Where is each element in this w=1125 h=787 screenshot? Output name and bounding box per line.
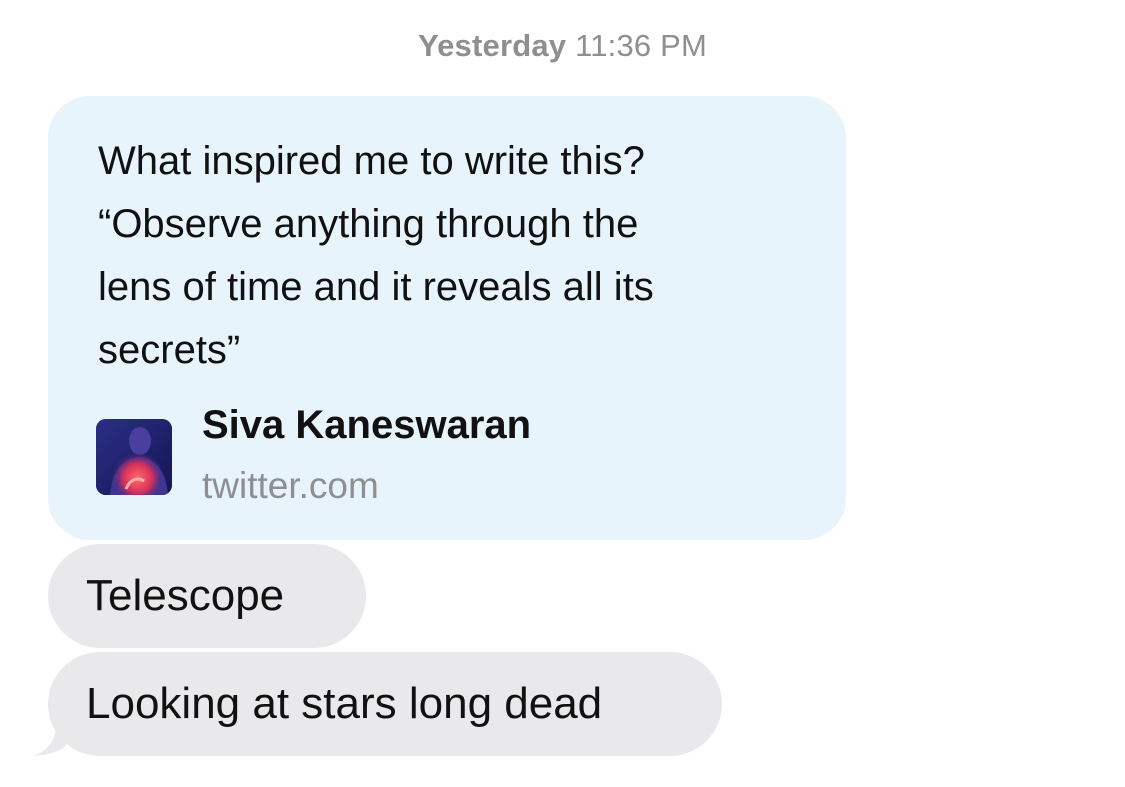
message-bubble[interactable]: Looking at stars long dead (48, 652, 722, 756)
message-timestamp: Yesterday 11:36 PM (0, 28, 1125, 64)
link-preview-domain: twitter.com (202, 465, 379, 506)
timestamp-day: Yesterday (417, 28, 567, 63)
timestamp-time: 11:36 PM (575, 28, 708, 63)
link-preview-title: Siva Kaneswaran (202, 403, 532, 447)
bubble-tail-icon (34, 708, 70, 756)
message-text: Looking at stars long dead (86, 679, 603, 728)
profile-photo-icon (96, 419, 172, 495)
link-preview-bubble[interactable]: What inspired me to write this? “Observe… (48, 96, 846, 540)
message-text: Telescope (86, 571, 285, 620)
link-preview-text: What inspired me to write this? “Observe… (98, 139, 654, 372)
link-preview-avatar (96, 419, 172, 495)
message-bubble[interactable]: Telescope (48, 544, 366, 648)
